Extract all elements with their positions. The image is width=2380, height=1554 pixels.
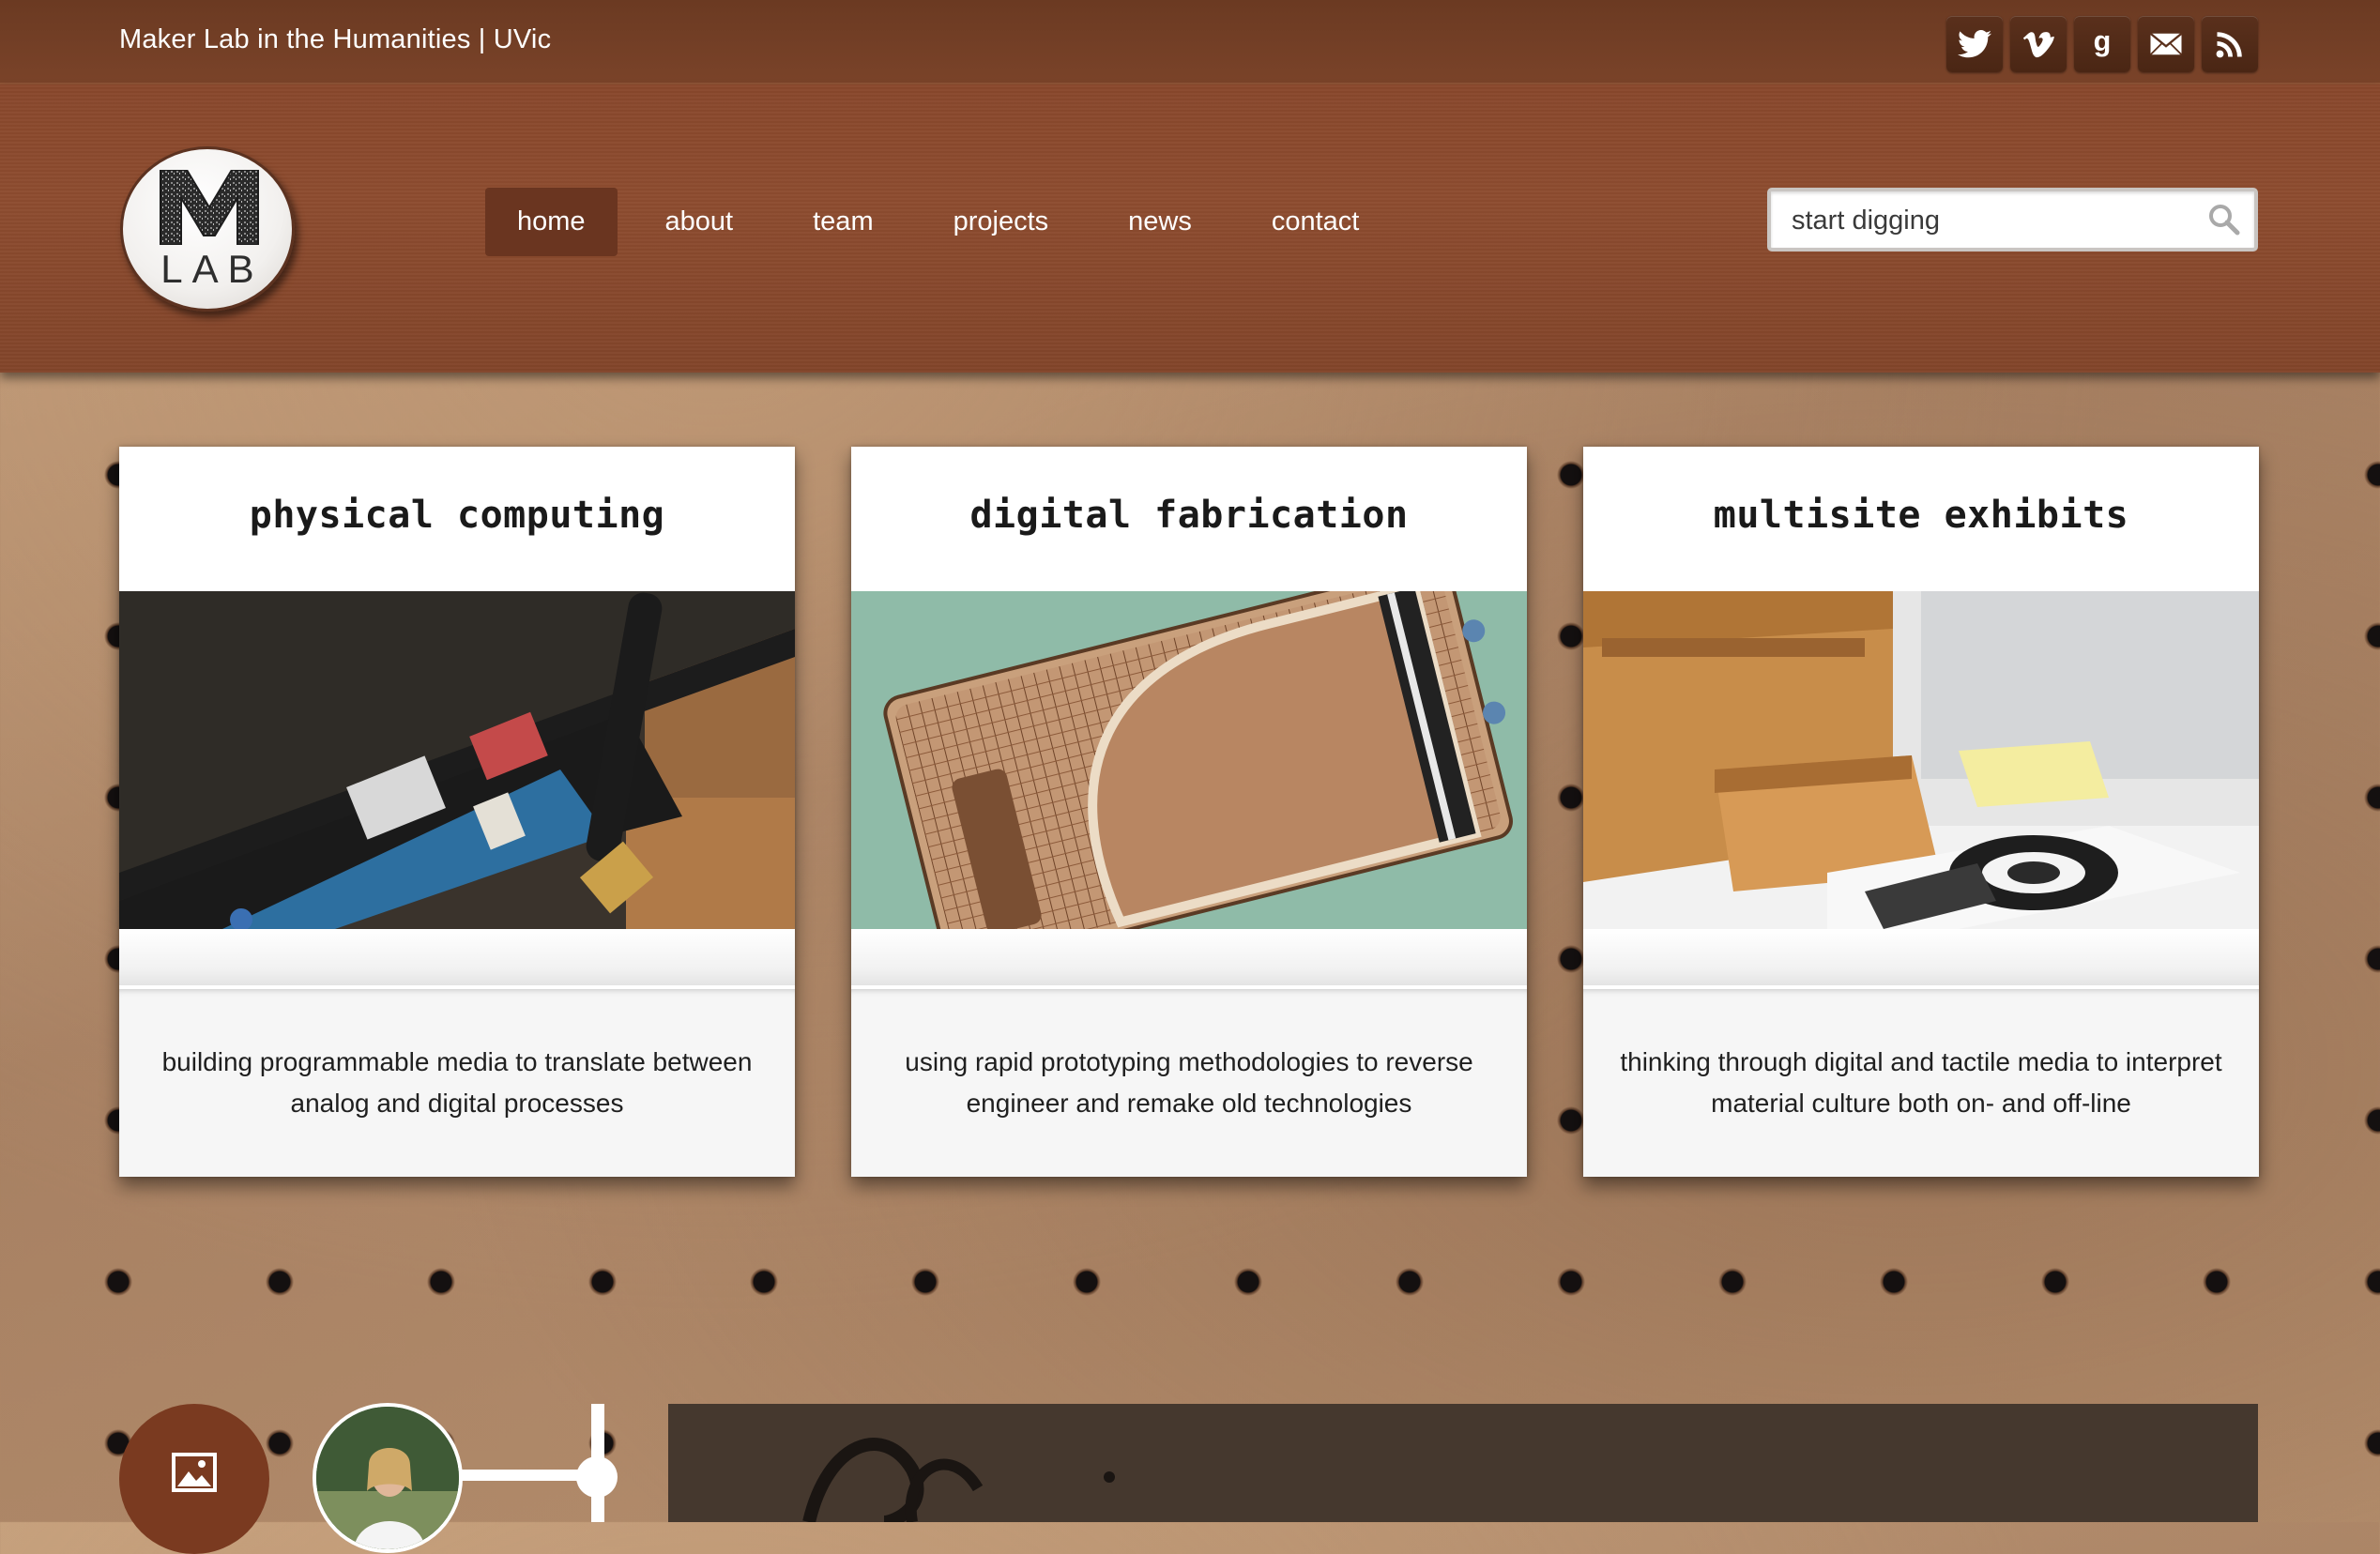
- card-divider: [851, 929, 1527, 985]
- logo-lab-text: LAB: [160, 247, 264, 291]
- card-description-panel: building programmable media to translate…: [119, 989, 795, 1177]
- featured-image-panel[interactable]: [668, 1404, 2258, 1522]
- main-nav: home about team projects news contact: [485, 188, 1407, 256]
- card-description-panel: using rapid prototyping methodologies to…: [851, 989, 1527, 1177]
- avatar[interactable]: [313, 1403, 463, 1553]
- social-links: g: [1946, 16, 2258, 72]
- nav-home[interactable]: home: [485, 188, 618, 256]
- nav-team[interactable]: team: [781, 188, 905, 256]
- email-icon[interactable]: [2138, 16, 2194, 72]
- rss-icon[interactable]: [2202, 16, 2258, 72]
- nav-news[interactable]: news: [1096, 188, 1224, 256]
- site-name[interactable]: Maker Lab in the Humanities | UVic: [119, 24, 551, 55]
- card-description: using rapid prototyping methodologies to…: [905, 1047, 1473, 1118]
- card-title[interactable]: physical computing: [119, 494, 795, 537]
- goodreads-icon[interactable]: g: [2074, 16, 2130, 72]
- card-description: thinking through digital and tactile med…: [1620, 1047, 2222, 1118]
- search-input[interactable]: [1790, 191, 2188, 250]
- svg-text:g: g: [2094, 27, 2112, 57]
- logo-m-mark: [160, 170, 259, 245]
- card-description-panel: thinking through digital and tactile med…: [1583, 989, 2259, 1177]
- digital-fabrication-image[interactable]: [851, 591, 1527, 929]
- card-physical-computing[interactable]: physical computing building programmable…: [119, 447, 795, 1177]
- card-digital-fabrication[interactable]: digital fabrication using rapid prototyp…: [851, 447, 1527, 1177]
- search-icon[interactable]: [2207, 203, 2241, 236]
- site-header: LAB home about team projects news contac…: [0, 84, 2380, 373]
- twitter-icon[interactable]: [1946, 16, 2003, 72]
- image-icon: [172, 1453, 217, 1492]
- physical-computing-image[interactable]: [119, 591, 795, 929]
- multisite-exhibits-image[interactable]: [1583, 591, 2259, 929]
- card-title[interactable]: multisite exhibits: [1583, 494, 2259, 537]
- nav-about[interactable]: about: [633, 188, 766, 256]
- vimeo-icon[interactable]: [2010, 16, 2067, 72]
- nav-projects[interactable]: projects: [922, 188, 1081, 256]
- card-divider: [119, 929, 795, 985]
- nav-contact[interactable]: contact: [1240, 188, 1392, 256]
- card-title[interactable]: digital fabrication: [851, 494, 1527, 537]
- top-bar: Maker Lab in the Humanities | UVic g: [0, 0, 2380, 84]
- card-divider: [1583, 929, 2259, 985]
- card-multisite-exhibits[interactable]: multisite exhibits thinking through digi…: [1583, 447, 2259, 1177]
- card-description: building programmable media to translate…: [161, 1047, 753, 1118]
- maker-lab-logo[interactable]: LAB: [120, 146, 295, 312]
- search-box: [1767, 188, 2258, 251]
- image-post-button[interactable]: [119, 1404, 269, 1554]
- timeline-node: [576, 1456, 618, 1498]
